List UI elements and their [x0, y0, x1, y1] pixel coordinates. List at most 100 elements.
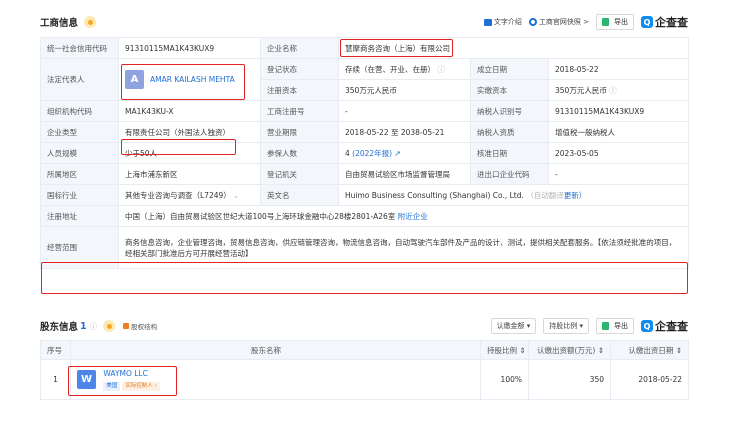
info-icon[interactable]: ⓘ [90, 321, 98, 332]
org-code-value: MA1K43KU-X [118, 100, 261, 122]
table-row: 统一社会信用代码 91310115MA1K43KUX9 企业名称 慧摩商务咨询（… [40, 37, 690, 59]
reg-capital-label: 注册资本 [260, 79, 339, 101]
amount-value: 350 [528, 359, 611, 400]
credit-code-label: 统一社会信用代码 [40, 37, 119, 59]
table-row: 组织机构代码 MA1K43KU-X 工商注册号 - 纳税人识别号 9131011… [40, 100, 690, 122]
legal-rep-link[interactable]: AMAR KAILASH MEHTA [150, 75, 235, 84]
official-snapshot-link[interactable]: 工商官网快照 > [528, 17, 589, 27]
table-header-row: 序号 股东名称 持股比例 ⇕ 认缴出资额(万元) ⇕ 认缴出资日期 ⇕ [40, 340, 689, 360]
table-row: 注册地址 中国（上海）自由贸易试验区世纪大道100号上海环球金融中心28楼280… [40, 205, 690, 227]
scope-value: 商务信息咨询，企业管理咨询，贸易信息咨询，供应链管理咨询，物流信息咨询，自动驾驶… [117, 226, 690, 269]
text-intro-link[interactable]: 文字介绍 [483, 17, 522, 27]
address-value: 中国（上海）自由贸易试验区世纪大道100号上海环球金融中心28楼2801-A26… [117, 205, 690, 227]
reg-status-value: 存续（在营、开业、在册） ⓘ [338, 58, 471, 80]
import-export-value: - [547, 163, 690, 185]
insured-value: 4 (2022年报) ↗ [338, 142, 471, 164]
table-row: 国标行业 其他专业咨询与调查（L7249） ⌄ 英文名 Huimo Busine… [40, 184, 690, 206]
document-icon [483, 18, 492, 26]
nearby-companies-link[interactable]: 附近企业 [398, 212, 428, 221]
col-ratio[interactable]: 持股比例 ⇕ [480, 340, 529, 360]
company-type-value: 有限责任公司（外国法人独资） [118, 121, 261, 143]
org-code-label: 组织机构代码 [40, 100, 119, 122]
info-icon[interactable]: ⓘ [609, 86, 617, 95]
avatar[interactable]: A [125, 70, 144, 89]
table-row: 人员规模 少于50人 参保人数 4 (2022年报) ↗ 核准日期 2023-0… [40, 142, 690, 164]
shareholder-title: 股东信息 [40, 322, 79, 333]
industry-label: 国标行业 [40, 184, 119, 206]
reg-status-label: 登记状态 [260, 58, 339, 80]
legal-rep-cell: A AMAR KAILASH MEHTA [118, 58, 261, 101]
shareholder-logo[interactable]: W [77, 370, 96, 389]
insured-label: 参保人数 [260, 142, 339, 164]
export-button[interactable]: 导出 [596, 14, 634, 30]
shareholder-table: 序号 股东名称 持股比例 ⇕ 认缴出资额(万元) ⇕ 认缴出资日期 ⇕ 1 W … [40, 340, 689, 400]
region-value: 上海市浦东新区 [118, 163, 261, 185]
biz-reg-no-value: - [338, 100, 471, 122]
business-info-header: 工商信息 文字介绍 工商官网快照 > 导出 Q 企查查 [40, 13, 688, 31]
col-name: 股东名称 [70, 340, 481, 360]
shareholder-cell: W WAYMO LLC 美国 实际控制人 › [70, 359, 481, 400]
shareholder-info: WAYMO LLC 美国 实际控制人 › [103, 368, 161, 391]
coin-icon[interactable] [84, 16, 97, 28]
paid-capital-value: 350万元人民币 ⓘ [547, 79, 690, 101]
amount-filter-dropdown[interactable]: 认缴金额 ▾ [490, 318, 537, 334]
col-amount[interactable]: 认缴出资额(万元) ⇕ [528, 340, 611, 360]
approve-date-label: 核准日期 [470, 142, 549, 164]
business-info-table: 统一社会信用代码 91310115MA1K43KUX9 企业名称 慧摩商务咨询（… [40, 37, 690, 269]
annual-report-link[interactable]: (2022年报) [352, 149, 392, 158]
biz-term-label: 营业期限 [260, 121, 339, 143]
company-name-label: 企业名称 [260, 37, 339, 59]
ratio-filter-dropdown[interactable]: 持股比例 ▾ [543, 318, 589, 334]
taxpayer-id-label: 纳税人识别号 [470, 100, 549, 122]
section-title: 工商信息 [40, 18, 79, 29]
taxpayer-qual-label: 纳税人资质 [470, 121, 549, 143]
brand-logo: Q 企查查 [641, 14, 688, 30]
import-export-label: 进出口企业代码 [470, 163, 549, 185]
shareholder-name-link[interactable]: WAYMO LLC [103, 369, 148, 378]
shareholder-count: 1 [80, 320, 87, 332]
update-link[interactable]: 更新） [564, 191, 587, 200]
paid-capital-label: 实缴资本 [470, 79, 549, 101]
english-name-value: Huimo Business Consulting (Shanghai) Co.… [337, 184, 690, 206]
table-row: 企业类型 有限责任公司（外国法人独资） 营业期限 2018-05-22 至 20… [40, 121, 690, 143]
taxpayer-qual-value: 增值税一般纳税人 [547, 121, 690, 143]
staff-size-value: 少于50人 [118, 142, 261, 164]
company-type-label: 企业类型 [40, 121, 119, 143]
trend-icon[interactable]: ↗ [395, 149, 401, 158]
row-index: 1 [40, 359, 71, 400]
reg-authority-label: 登记机关 [260, 163, 339, 185]
address-label: 注册地址 [40, 205, 119, 227]
biz-term-value: 2018-05-22 至 2038-05-21 [338, 121, 471, 143]
date-value: 2018-05-22 [610, 359, 689, 400]
approve-date-value: 2023-05-05 [547, 142, 690, 164]
export-button[interactable]: 导出 [596, 318, 634, 334]
industry-value: 其他专业咨询与调查（L7249） ⌄ [118, 184, 261, 206]
est-date-value: 2018-05-22 [547, 58, 690, 80]
country-tag: 美国 [103, 382, 121, 391]
coin-icon[interactable] [103, 320, 116, 332]
ratio-value: 100% [480, 359, 529, 400]
shareholder-header: 股东信息 1 ⓘ 股权结构 认缴金额 ▾ 持股比例 ▾ 导出 Q 企查查 [40, 317, 688, 335]
col-date[interactable]: 认缴出资日期 ⇕ [610, 340, 689, 360]
table-row: 法定代表人 A AMAR KAILASH MEHTA 登记状态 存续（在营、开业、… [40, 58, 690, 101]
chevron-down-icon[interactable]: ⌄ [233, 191, 239, 200]
english-name-label: 英文名 [260, 184, 339, 206]
equity-structure-link[interactable]: 股权结构 [123, 321, 157, 331]
controller-tag[interactable]: 实际控制人 › [122, 382, 160, 391]
taxpayer-id-value: 91310115MA1K43KUX9 [547, 100, 690, 122]
scope-label: 经营范围 [40, 226, 119, 269]
qichacha-logo-icon: Q [641, 320, 653, 332]
biz-reg-no-label: 工商注册号 [260, 100, 339, 122]
info-icon[interactable]: ⓘ [437, 65, 445, 74]
header-actions: 文字介绍 工商官网快照 > 导出 Q 企查查 [483, 14, 688, 30]
brand-logo: Q 企查查 [641, 318, 688, 334]
shareholder-actions: 认缴金额 ▾ 持股比例 ▾ 导出 Q 企查查 [490, 318, 688, 334]
table-row: 经营范围 商务信息咨询，企业管理咨询，贸易信息咨询，供应链管理咨询，物流信息咨询… [40, 226, 690, 269]
table-row: 1 W WAYMO LLC 美国 实际控制人 › 100% 350 2018-05… [40, 359, 689, 400]
legal-rep-label: 法定代表人 [40, 58, 119, 101]
camera-icon [528, 18, 537, 26]
est-date-label: 成立日期 [470, 58, 549, 80]
qichacha-logo-icon: Q [641, 16, 653, 28]
region-label: 所属地区 [40, 163, 119, 185]
reg-authority-value: 自由贸易试验区市场监督管理局 [338, 163, 471, 185]
